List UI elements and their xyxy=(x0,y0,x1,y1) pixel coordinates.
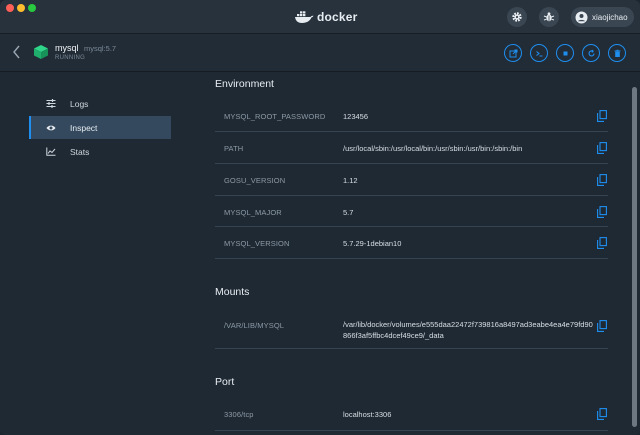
mounts-title: Mounts xyxy=(215,286,250,298)
container-header: mysql mysql:5.7 RUNNING xyxy=(0,34,640,72)
sidebar-item-inspect[interactable]: Inspect xyxy=(29,116,171,139)
copy-icon[interactable] xyxy=(597,408,607,420)
docker-logo-text: docker xyxy=(317,10,358,24)
terminal-icon xyxy=(535,50,542,57)
scrollbar-thumb[interactable] xyxy=(632,87,637,427)
sliders-icon xyxy=(46,99,56,108)
sidebar-item-stats[interactable]: Stats xyxy=(29,140,171,163)
env-key: PATH xyxy=(224,144,244,153)
open-in-browser-button[interactable] xyxy=(504,44,522,62)
open-external-icon xyxy=(509,49,517,57)
env-row-mysql-root-password: MYSQL_ROOT_PASSWORD 123456 xyxy=(215,100,608,132)
restart-button[interactable] xyxy=(582,44,600,62)
troubleshoot-button[interactable] xyxy=(539,7,559,27)
copy-icon[interactable] xyxy=(597,110,607,122)
copy-icon[interactable] xyxy=(597,237,607,249)
eye-icon xyxy=(46,125,56,130)
user-avatar-icon xyxy=(575,11,588,23)
container-image: mysql:5.7 xyxy=(84,44,117,53)
mount-key: /VAR/LIB/MYSQL xyxy=(224,321,285,330)
mount-row-var-lib-mysql: /VAR/LIB/MYSQL /var/lib/docker/volumes/e… xyxy=(215,308,608,349)
back-button[interactable] xyxy=(12,45,22,64)
port-value[interactable]: localhost:3306 xyxy=(343,409,593,420)
env-key: GOSU_VERSION xyxy=(224,176,286,185)
copy-icon[interactable] xyxy=(597,320,607,332)
bug-icon xyxy=(543,12,555,22)
port-row-3306-tcp: 3306/tcp localhost:3306 xyxy=(215,398,608,431)
container-cube-icon xyxy=(33,44,49,65)
port-key: 3306/tcp xyxy=(224,410,254,419)
stop-button[interactable] xyxy=(556,44,574,62)
chart-line-icon xyxy=(46,147,56,156)
docker-desktop-window: docker xiaojichao mysql mysql:5.7 RUNNIN… xyxy=(0,0,640,435)
env-row-gosu-version: GOSU_VERSION 1.12 xyxy=(215,164,608,196)
environment-title: Environment xyxy=(215,78,274,90)
sidebar-item-label: Inspect xyxy=(70,122,98,133)
container-status: RUNNING xyxy=(55,55,86,61)
content-scrollbar[interactable] xyxy=(628,72,640,435)
settings-button[interactable] xyxy=(507,7,527,27)
mount-value[interactable]: /var/lib/docker/volumes/e555daa22472f739… xyxy=(343,319,593,341)
env-value[interactable]: /usr/local/sbin:/usr/local/bin:/usr/sbin… xyxy=(343,143,593,154)
env-value[interactable]: 123456 xyxy=(343,111,593,122)
env-key: MYSQL_VERSION xyxy=(224,239,290,248)
close-window-button[interactable] xyxy=(6,4,14,12)
title-bar: docker xiaojichao xyxy=(0,0,640,34)
trash-icon xyxy=(614,49,620,57)
env-row-mysql-version: MYSQL_VERSION 5.7.29-1debian10 xyxy=(215,227,608,259)
user-account-button[interactable]: xiaojichao xyxy=(571,7,634,27)
stop-icon xyxy=(563,51,567,55)
chevron-left-icon xyxy=(13,45,20,59)
gear-icon xyxy=(512,12,522,22)
container-name: mysql xyxy=(55,43,79,53)
cli-button[interactable] xyxy=(530,44,548,62)
env-key: MYSQL_MAJOR xyxy=(224,208,282,217)
docker-logo: docker xyxy=(294,9,358,25)
copy-icon[interactable] xyxy=(597,206,607,218)
user-name: xiaojichao xyxy=(592,12,628,22)
sidebar-item-label: Stats xyxy=(70,146,90,157)
env-key: MYSQL_ROOT_PASSWORD xyxy=(224,112,326,121)
delete-button[interactable] xyxy=(608,44,626,62)
sidebar-item-logs[interactable]: Logs xyxy=(29,92,171,115)
env-value[interactable]: 5.7 xyxy=(343,207,593,218)
zoom-window-button[interactable] xyxy=(28,4,36,12)
docker-whale-icon xyxy=(295,11,314,23)
sidebar-item-label: Logs xyxy=(70,98,89,109)
port-title: Port xyxy=(215,376,235,388)
minimize-window-button[interactable] xyxy=(17,4,25,12)
env-value[interactable]: 5.7.29-1debian10 xyxy=(343,238,593,249)
env-row-path: PATH /usr/local/sbin:/usr/local/bin:/usr… xyxy=(215,132,608,164)
env-row-mysql-major: MYSQL_MAJOR 5.7 xyxy=(215,196,608,227)
inspect-panel: Environment MYSQL_ROOT_PASSWORD 123456 P… xyxy=(200,72,628,435)
env-value[interactable]: 1.12 xyxy=(343,175,593,186)
restart-icon xyxy=(587,49,595,56)
sidebar: Logs Inspect Stats xyxy=(0,72,200,435)
copy-icon[interactable] xyxy=(597,174,607,186)
copy-icon[interactable] xyxy=(597,142,607,154)
